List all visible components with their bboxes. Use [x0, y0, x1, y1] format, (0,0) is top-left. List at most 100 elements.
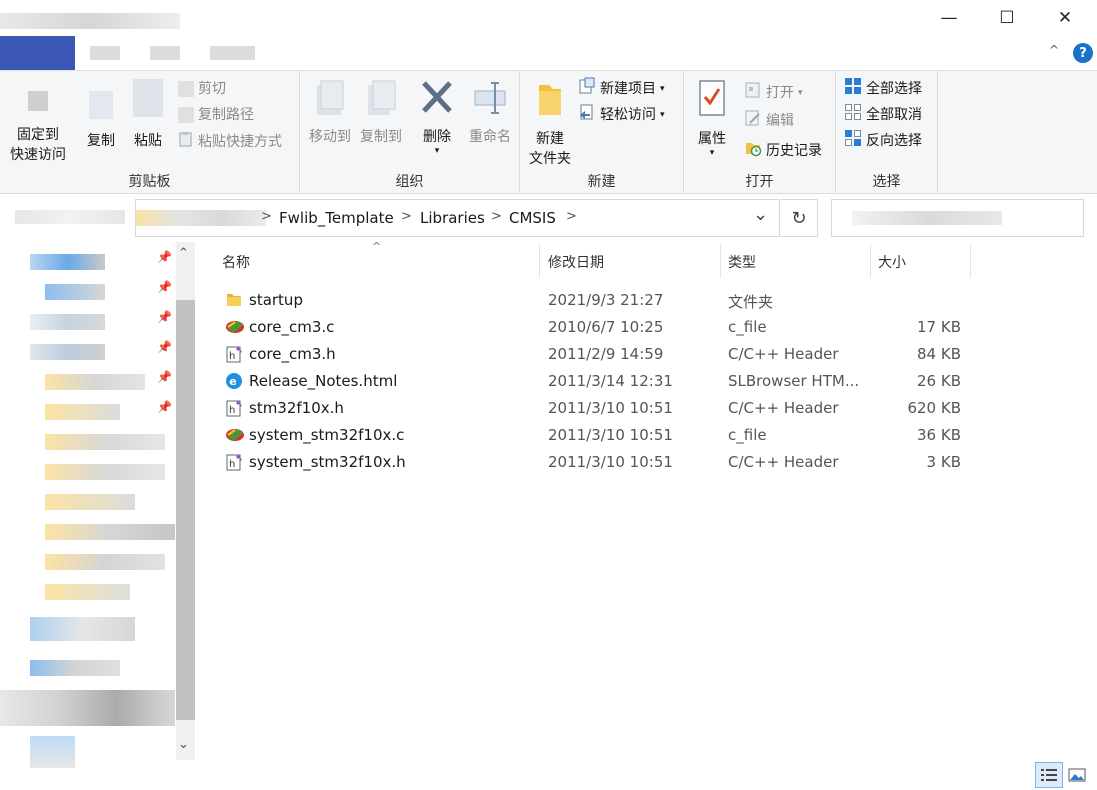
properties-icon: [697, 79, 727, 125]
easy-access-button[interactable]: 轻松访问 ▾: [578, 103, 665, 127]
refresh-button[interactable]: ↻: [781, 199, 818, 237]
tab-share[interactable]: [150, 46, 180, 60]
copy-to-button[interactable]: 复制到: [354, 79, 408, 147]
file-row[interactable]: system_stm32f10x.c 2011/3/10 10:51 c_fil…: [222, 422, 972, 449]
nav-item[interactable]: [45, 524, 175, 540]
title-bar: — ☐ ✕: [0, 0, 1097, 36]
scrollbar-thumb[interactable]: [176, 300, 195, 720]
nav-item[interactable]: [45, 584, 130, 600]
paste-button[interactable]: 粘贴: [126, 79, 170, 151]
select-all-icon: [844, 77, 862, 101]
column-header-size[interactable]: 大小: [878, 252, 906, 272]
nav-item[interactable]: [45, 554, 165, 570]
select-group-label: 选择: [872, 174, 901, 190]
breadcrumb-separator: >: [401, 209, 412, 224]
history-button[interactable]: 历史记录: [744, 139, 822, 163]
file-row[interactable]: h system_stm32f10x.h 2011/3/10 10:51 C/C…: [222, 449, 972, 476]
navigation-buttons[interactable]: [15, 210, 125, 224]
file-row[interactable]: e Release_Notes.html 2011/3/14 12:31 SLB…: [222, 368, 972, 395]
search-box[interactable]: [831, 199, 1084, 237]
paste-shortcut-icon: [178, 131, 194, 153]
pin-icon: 📌: [157, 340, 172, 354]
paste-shortcut-button[interactable]: 粘贴快捷方式: [178, 131, 282, 153]
move-to-button[interactable]: 移动到: [304, 79, 356, 147]
address-blurred-segment: [136, 210, 266, 226]
delete-button[interactable]: 删除 ▾: [416, 79, 458, 156]
column-divider[interactable]: [970, 244, 971, 278]
browser-html-icon: e: [225, 372, 243, 390]
select-group: 全部选择 全部取消 反向选择 选择: [836, 71, 938, 194]
nav-item[interactable]: [45, 494, 135, 510]
nav-item[interactable]: [30, 314, 105, 330]
collapse-ribbon-icon[interactable]: ^: [1049, 43, 1059, 57]
tab-view[interactable]: [210, 46, 255, 60]
scroll-up-icon[interactable]: ⌃: [178, 246, 189, 261]
breadcrumb-fwlib-template[interactable]: Fwlib_Template: [279, 209, 394, 227]
edit-button[interactable]: 编辑: [744, 109, 794, 133]
close-button[interactable]: ✕: [1036, 0, 1094, 36]
nav-item[interactable]: [30, 736, 75, 768]
ribbon: 固定到 快速访问 复制 粘贴 剪切 复制路径 粘贴快捷方式 剪贴板 移动到 复制…: [0, 70, 1097, 194]
breadcrumb-libraries[interactable]: Libraries: [420, 209, 485, 227]
scroll-down-icon[interactable]: ⌄: [178, 737, 189, 752]
address-bar[interactable]: > Fwlib_Template > Libraries > CMSIS > ⌄: [135, 199, 780, 237]
nav-item[interactable]: [45, 434, 165, 450]
nav-item-this-pc[interactable]: [30, 617, 135, 641]
select-all-button[interactable]: 全部选择: [844, 77, 922, 101]
help-icon[interactable]: ?: [1073, 43, 1093, 63]
nav-item[interactable]: [45, 404, 120, 420]
large-icons-view-button[interactable]: [1067, 766, 1087, 784]
minimize-button[interactable]: —: [920, 0, 978, 36]
pin-quick-access-button[interactable]: 固定到 快速访问: [6, 91, 70, 165]
rename-button[interactable]: 重命名: [462, 79, 518, 147]
clipboard-group: 固定到 快速访问 复制 粘贴 剪切 复制路径 粘贴快捷方式 剪贴板: [0, 71, 300, 194]
copy-button[interactable]: 复制: [78, 91, 124, 151]
nav-item[interactable]: [45, 374, 145, 390]
maximize-button[interactable]: ☐: [978, 0, 1036, 36]
file-row[interactable]: core_cm3.c 2010/6/7 10:25 c_file 17 KB: [222, 314, 972, 341]
file-tab[interactable]: [0, 36, 75, 70]
nav-scrollbar[interactable]: ⌃ ⌄: [176, 242, 195, 760]
copy-to-icon: [364, 79, 398, 123]
details-view-button[interactable]: [1035, 762, 1063, 788]
column-header-date[interactable]: 修改日期: [548, 252, 604, 272]
details-view-icon: [1041, 769, 1057, 781]
copy-path-button[interactable]: 复制路径: [178, 105, 254, 125]
column-divider[interactable]: [870, 244, 871, 278]
select-none-icon: [844, 103, 862, 127]
file-row[interactable]: startup 2021/9/3 21:27 文件夹: [222, 287, 972, 314]
file-row[interactable]: h core_cm3.h 2011/2/9 14:59 C/C++ Header…: [222, 341, 972, 368]
nav-item[interactable]: [45, 284, 105, 300]
column-header-type[interactable]: 类型: [728, 252, 756, 272]
paste-icon: [133, 79, 163, 117]
new-item-button[interactable]: 新建项目 ▾: [578, 77, 665, 101]
ribbon-tabs: [0, 36, 1097, 70]
tab-home[interactable]: [90, 46, 120, 60]
open-button[interactable]: 打开 ▾: [744, 81, 803, 105]
header-file-icon: h: [225, 345, 243, 363]
file-row[interactable]: h stm32f10x.h 2011/3/10 10:51 C/C++ Head…: [222, 395, 972, 422]
open-icon: [744, 81, 762, 105]
nav-item[interactable]: [30, 344, 105, 360]
column-divider[interactable]: [720, 244, 721, 278]
breadcrumb-cmsis[interactable]: CMSIS: [509, 209, 556, 227]
nav-item-selected[interactable]: [0, 690, 175, 726]
address-dropdown-icon[interactable]: ⌄: [753, 204, 768, 225]
new-item-dropdown-icon: ▾: [660, 84, 665, 94]
nav-item[interactable]: [30, 660, 120, 676]
organize-group: 移动到 复制到 删除 ▾ 重命名 组织: [300, 71, 520, 194]
select-none-button[interactable]: 全部取消: [844, 103, 922, 127]
invert-selection-button[interactable]: 反向选择: [844, 129, 922, 153]
column-divider[interactable]: [539, 244, 540, 278]
nav-item-quick-access[interactable]: [30, 254, 105, 270]
delete-x-icon: [420, 79, 454, 123]
new-folder-button[interactable]: 新建 文件夹: [524, 79, 576, 169]
svg-text:h: h: [229, 405, 235, 416]
new-folder-icon: [535, 79, 565, 125]
cut-button[interactable]: 剪切: [178, 79, 226, 99]
properties-button[interactable]: 属性 ▾: [690, 79, 734, 158]
column-header-name[interactable]: 名称: [222, 252, 250, 272]
header-file-icon: h: [225, 453, 243, 471]
navigation-pane: 📌 📌 📌 📌 📌 📌: [0, 240, 196, 770]
nav-item[interactable]: [45, 464, 165, 480]
